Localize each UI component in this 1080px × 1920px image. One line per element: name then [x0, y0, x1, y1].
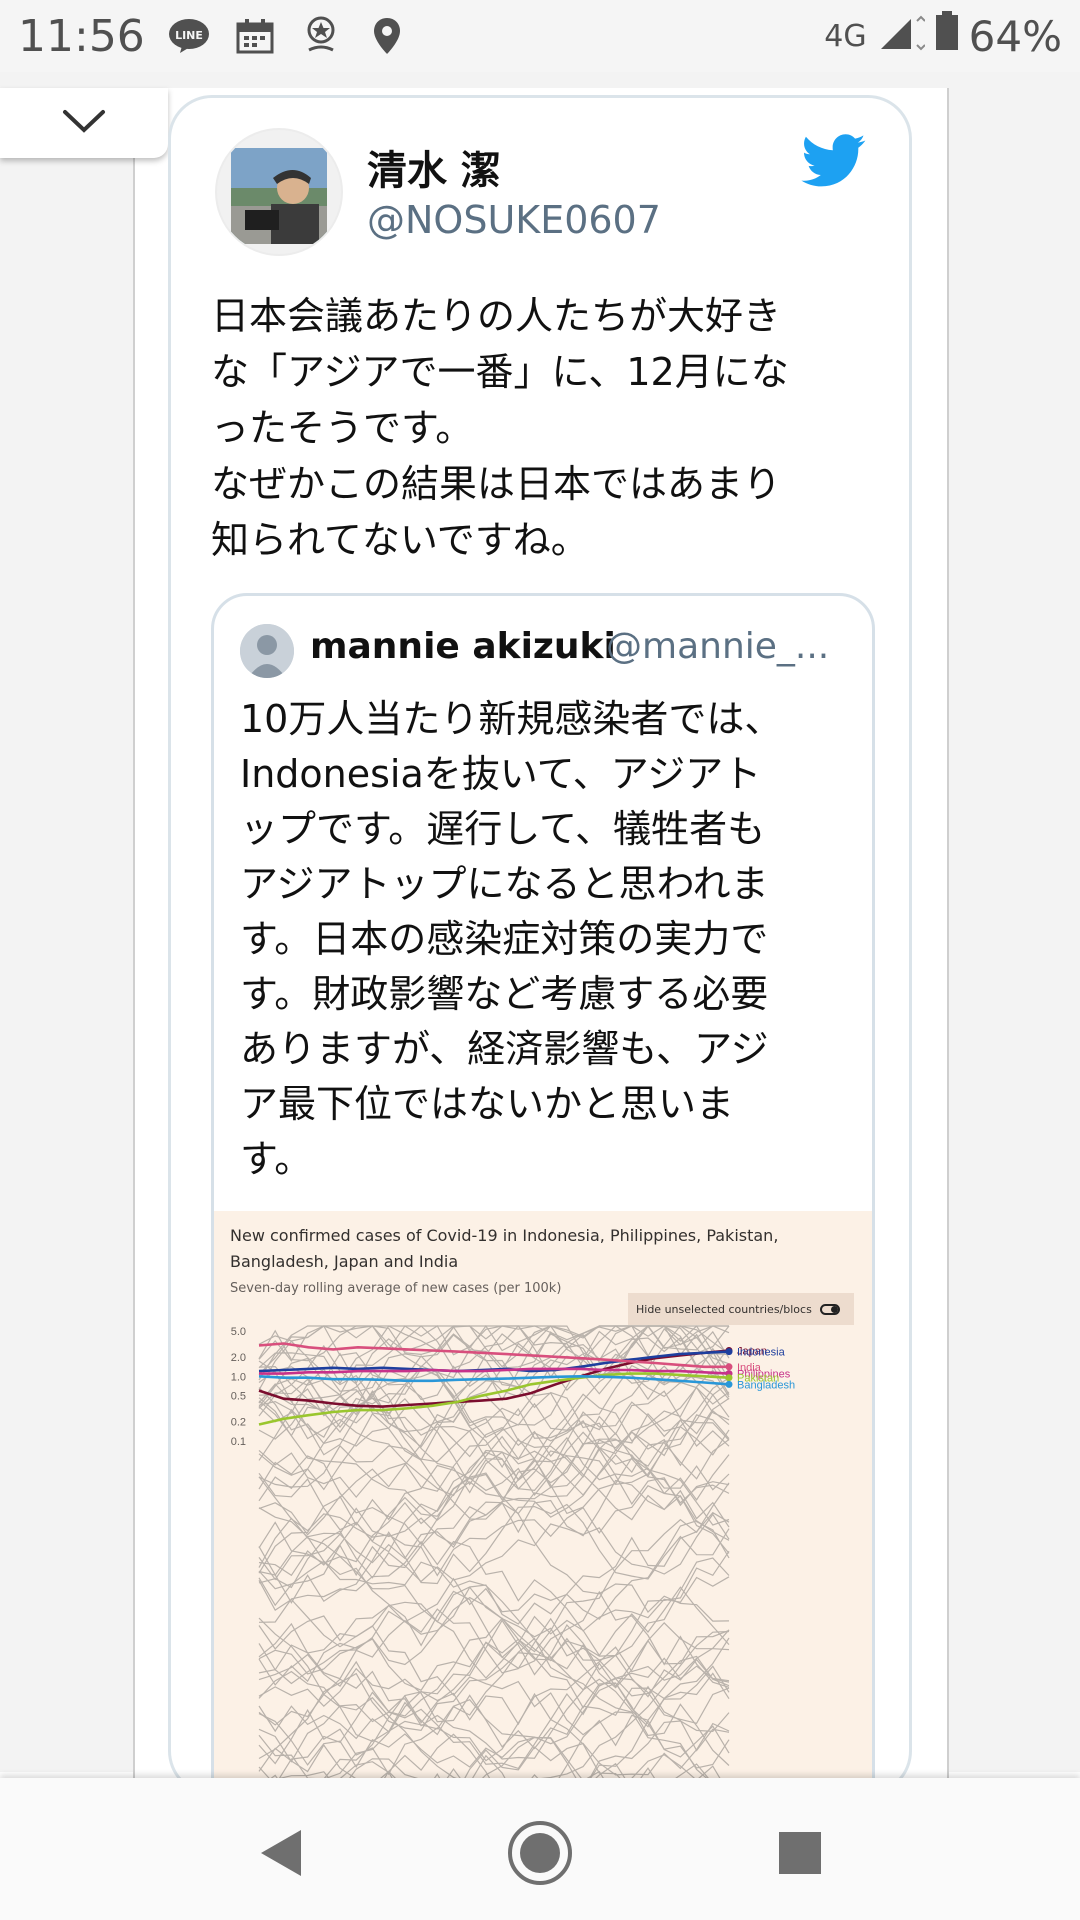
quoted-tweet[interactable]: mannie akizuki @mannie_... 10万人当たり新規感染者で… — [211, 593, 875, 1823]
toggle-label: Hide unselected countries/blocs — [636, 1302, 812, 1316]
series-endpoint-indonesia — [725, 1348, 733, 1356]
status-bar: 11:56 LINE 4G 64% — [0, 0, 1080, 72]
calendar-icon — [233, 14, 277, 58]
y-tick-label: 0.2 — [231, 1417, 246, 1429]
chart-subtitle: Seven-day rolling average of new cases (… — [230, 1281, 562, 1296]
signal-icon — [877, 12, 926, 61]
twitter-bird-icon[interactable] — [801, 134, 867, 192]
avatar-photo — [231, 148, 327, 244]
y-tick-label: 2.0 — [231, 1352, 246, 1364]
line-chart: 5.02.01.00.50.20.1JapanIndonesiaIndiaPhi… — [231, 1324, 795, 1820]
background-country-line — [258, 1513, 730, 1589]
recents-square-icon — [779, 1832, 821, 1874]
y-tick-label: 5.0 — [231, 1326, 246, 1338]
recents-button[interactable] — [765, 1818, 835, 1888]
network-type: 4G — [824, 18, 867, 54]
chevron-down-icon — [61, 108, 107, 138]
location-icon — [365, 14, 409, 58]
background-country-line — [258, 1448, 730, 1576]
quoted-author-handle[interactable]: @mannie_... — [606, 626, 829, 667]
series-endpoint-india — [725, 1363, 733, 1371]
battery-icon — [935, 11, 959, 61]
back-button[interactable] — [245, 1818, 315, 1888]
background-country-line — [258, 1503, 730, 1604]
chart-title: New confirmed cases of Covid-19 in Indon… — [230, 1226, 779, 1271]
series-label-indonesia: Indonesia — [737, 1347, 786, 1359]
home-circle-icon — [508, 1821, 572, 1885]
background-country-line — [258, 1596, 730, 1686]
collapse-button[interactable] — [0, 88, 168, 158]
chart-image[interactable]: New confirmed cases of Covid-19 in Indon… — [214, 1211, 872, 1820]
series-label-bangladesh: Bangladesh — [737, 1379, 795, 1391]
quoted-author-name[interactable]: mannie akizuki — [310, 626, 616, 667]
svg-text:LINE: LINE — [175, 29, 203, 42]
line-icon: LINE — [167, 14, 211, 58]
series-endpoint-bangladesh — [725, 1380, 733, 1388]
y-tick-label: 1.0 — [231, 1371, 246, 1383]
toggle-switch-icon[interactable] — [819, 1303, 840, 1315]
battery-percent: 64% — [968, 11, 1062, 61]
author-handle[interactable]: @NOSUKE0607 — [367, 198, 661, 242]
background-country-line — [258, 1325, 730, 1491]
tweet-text: 日本会議あたりの人たちが大好き な「アジアで一番」に、12月にな ったそうです。… — [211, 294, 789, 562]
quoted-avatar[interactable] — [240, 624, 294, 678]
quoted-tweet-text: 10万人当たり新規感染者では、 Indonesiaを抜いて、アジアト ップです。… — [240, 697, 783, 1181]
background-country-line — [258, 1412, 730, 1581]
y-tick-label: 0.1 — [231, 1436, 246, 1448]
avatar[interactable] — [215, 128, 343, 256]
back-triangle-icon — [261, 1830, 301, 1876]
y-tick-label: 0.5 — [231, 1391, 246, 1403]
navigation-bar — [0, 1778, 1080, 1920]
status-time: 11:56 — [18, 10, 145, 62]
series-endpoint-pakistan — [725, 1374, 733, 1382]
tweet-card[interactable]: 清水 潔 @NOSUKE0607 日本会議あたりの人たちが大好き な「アジアで一… — [168, 95, 912, 1823]
home-button[interactable] — [505, 1818, 575, 1888]
badge-icon — [299, 14, 343, 58]
author-name[interactable]: 清水 潔 — [367, 138, 501, 196]
